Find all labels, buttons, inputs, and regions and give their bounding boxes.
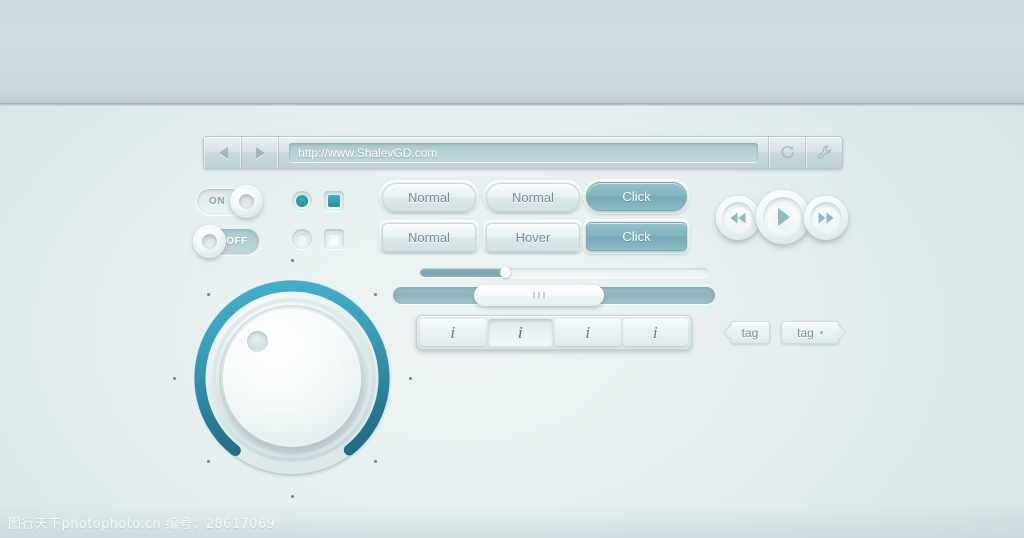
settings-button[interactable]: [805, 137, 842, 168]
wrench-icon: [817, 145, 831, 159]
button-hover-rect[interactable]: Hover: [486, 223, 580, 252]
button-label: Click: [622, 189, 651, 204]
url-input[interactable]: http://www.ShalevGD.com: [289, 143, 758, 162]
toggle-label-off: OFF: [226, 236, 248, 247]
forward-button[interactable]: [242, 137, 279, 168]
toggle-label-on: ON: [209, 196, 226, 207]
knob-indicator-dot: [247, 331, 268, 352]
tag-chip-2[interactable]: tag: [781, 321, 845, 344]
toggle-switch-on[interactable]: ON: [196, 185, 263, 218]
checkbox-unchecked[interactable]: [324, 229, 344, 249]
toggle-knob[interactable]: [230, 185, 263, 218]
toggle-knob[interactable]: [193, 225, 226, 258]
tab-info-3[interactable]: i: [555, 319, 621, 346]
refresh-button[interactable]: [768, 137, 805, 168]
button-label: Click: [622, 229, 651, 244]
toggle-switch-off[interactable]: OFF: [193, 225, 260, 258]
rewind-button[interactable]: [716, 196, 760, 240]
ui-kit-canvas: http://www.ShalevGD.com ON OFF Normal No…: [0, 0, 1024, 538]
rewind-icon: [730, 212, 746, 224]
knob-tick-dot: [207, 459, 211, 463]
radio-checked[interactable]: [292, 191, 312, 211]
button-label: Normal: [512, 190, 554, 205]
progress-bar[interactable]: [420, 267, 708, 278]
button-normal-pill-2[interactable]: Normal: [486, 183, 580, 212]
tag-label: tag: [797, 325, 814, 340]
tab-info-2[interactable]: i: [487, 319, 553, 346]
tab-info-4[interactable]: i: [622, 319, 688, 346]
button-normal-pill-1[interactable]: Normal: [382, 183, 476, 212]
fast-forward-button[interactable]: [804, 196, 848, 240]
progress-handle[interactable]: [500, 267, 512, 278]
tag-label: tag: [741, 325, 759, 340]
info-icon: i: [652, 322, 658, 342]
browser-address-bar: http://www.ShalevGD.com: [203, 136, 843, 169]
tab-info-1[interactable]: i: [420, 319, 486, 346]
button-label: Normal: [408, 190, 450, 205]
url-text: http://www.ShalevGD.com: [298, 145, 438, 160]
button-label: Hover: [515, 230, 551, 245]
knob-tick-dot: [172, 376, 176, 380]
knob-tick-dot: [373, 459, 377, 463]
button-label: Normal: [408, 230, 450, 245]
tag-chip-1[interactable]: tag: [724, 321, 770, 344]
tag-bullet-icon: [819, 331, 823, 334]
range-slider[interactable]: [393, 285, 715, 306]
button-click-rect[interactable]: Click: [586, 222, 687, 251]
knob-tick-dot: [290, 258, 294, 262]
grip-line: [543, 292, 545, 299]
tab-strip: i i i i: [416, 315, 692, 350]
background-top-band: [0, 0, 1024, 104]
knob-tick-dot: [290, 494, 294, 498]
button-normal-rect[interactable]: Normal: [382, 223, 476, 252]
progress-fill: [420, 268, 507, 277]
play-button[interactable]: [756, 190, 810, 244]
play-icon: [778, 208, 790, 226]
watermark-text: 图行天下photophoto.cn 编号：28617069: [8, 517, 276, 532]
knob-face[interactable]: [223, 309, 361, 447]
back-button[interactable]: [204, 137, 242, 168]
info-icon: i: [450, 322, 456, 342]
volume-knob[interactable]: [172, 258, 412, 498]
fast-forward-icon: [818, 212, 834, 224]
arrow-left-icon: [218, 146, 228, 159]
refresh-icon: [780, 145, 794, 159]
info-icon: i: [517, 322, 523, 342]
grip-line: [538, 292, 540, 299]
checkbox-checked[interactable]: [324, 191, 344, 211]
info-icon: i: [585, 322, 591, 342]
arrow-right-icon: [255, 146, 265, 159]
slider-handle[interactable]: [474, 285, 604, 306]
grip-line: [533, 292, 535, 299]
knob-tick-dot: [408, 376, 412, 380]
button-click-pill[interactable]: Click: [586, 182, 687, 211]
radio-unchecked[interactable]: [292, 229, 312, 249]
knob-tick-dot: [373, 293, 377, 297]
